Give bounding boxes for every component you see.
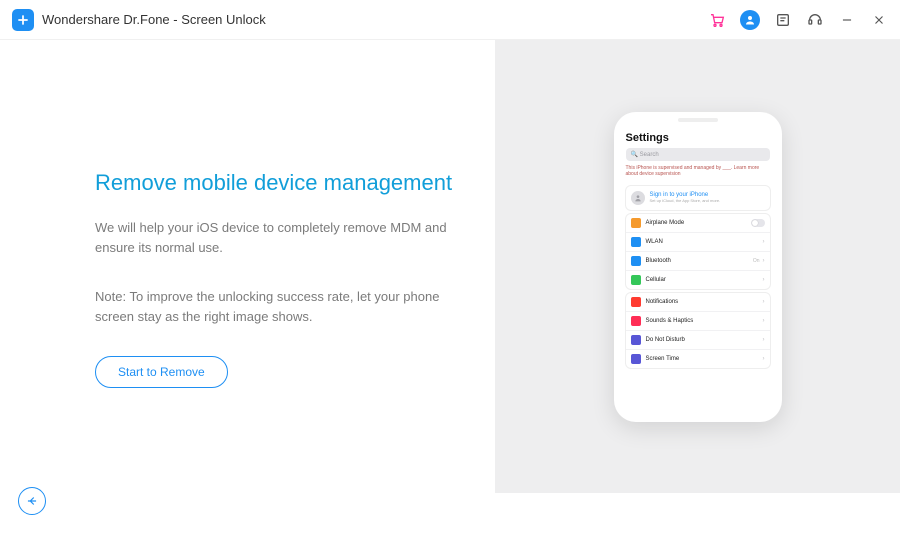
setting-row-icon bbox=[631, 237, 641, 247]
phone-setting-row: Sounds & Haptics › bbox=[626, 311, 770, 330]
chevron-right-icon: › bbox=[763, 258, 765, 264]
setting-row-label: WLAN bbox=[646, 239, 663, 245]
user-icon[interactable] bbox=[740, 10, 760, 30]
phone-settings-group-2: Notifications›Sounds & Haptics›Do Not Di… bbox=[626, 293, 770, 368]
page-heading: Remove mobile device management bbox=[95, 170, 455, 196]
left-pane: Remove mobile device management We will … bbox=[0, 40, 495, 493]
setting-row-label: Screen Time bbox=[646, 356, 680, 362]
phone-setting-row: Airplane Mode bbox=[626, 214, 770, 232]
setting-row-label: Cellular bbox=[646, 277, 666, 283]
setting-row-label: Do Not Disturb bbox=[646, 337, 685, 343]
setting-row-label: Sounds & Haptics bbox=[646, 318, 694, 324]
setting-row-icon bbox=[631, 256, 641, 266]
chevron-right-icon: › bbox=[763, 239, 765, 245]
phone-setting-row: Bluetooth On› bbox=[626, 251, 770, 270]
note-text: Note: To improve the unlocking success r… bbox=[95, 287, 455, 326]
close-icon[interactable] bbox=[870, 11, 888, 29]
phone-setting-row: Notifications › bbox=[626, 293, 770, 311]
phone-setting-row: Do Not Disturb › bbox=[626, 330, 770, 349]
phone-signin-sub: Set up iCloud, the App Store, and more. bbox=[650, 198, 721, 203]
chevron-right-icon: › bbox=[763, 299, 765, 305]
setting-row-icon bbox=[631, 354, 641, 364]
setting-row-value: On bbox=[753, 258, 760, 264]
phone-supervision-banner: This iPhone is supervised and managed by… bbox=[622, 165, 774, 182]
setting-row-icon bbox=[631, 297, 641, 307]
phone-setting-row: WLAN › bbox=[626, 232, 770, 251]
titlebar: Wondershare Dr.Fone - Screen Unlock bbox=[0, 0, 900, 40]
chevron-right-icon: › bbox=[763, 356, 765, 362]
feedback-icon[interactable] bbox=[774, 11, 792, 29]
phone-notch bbox=[678, 118, 718, 122]
phone-settings-title: Settings bbox=[622, 130, 774, 148]
toggle-icon bbox=[751, 219, 765, 227]
start-remove-button[interactable]: Start to Remove bbox=[95, 356, 228, 388]
setting-row-icon bbox=[631, 316, 641, 326]
phone-search: 🔍 Search bbox=[626, 148, 770, 161]
chevron-right-icon: › bbox=[763, 318, 765, 324]
chevron-right-icon: › bbox=[763, 277, 765, 283]
right-pane: Settings 🔍 Search This iPhone is supervi… bbox=[495, 40, 900, 493]
phone-search-placeholder: Search bbox=[640, 152, 659, 158]
setting-row-label: Airplane Mode bbox=[646, 220, 685, 226]
cart-icon[interactable] bbox=[708, 11, 726, 29]
description-text: We will help your iOS device to complete… bbox=[95, 218, 455, 257]
chevron-right-icon: › bbox=[763, 337, 765, 343]
app-logo bbox=[12, 9, 34, 31]
setting-row-icon bbox=[631, 275, 641, 285]
setting-row-icon bbox=[631, 218, 641, 228]
app-title: Wondershare Dr.Fone - Screen Unlock bbox=[42, 12, 266, 27]
phone-mockup: Settings 🔍 Search This iPhone is supervi… bbox=[614, 112, 782, 422]
phone-setting-row: Screen Time › bbox=[626, 349, 770, 368]
setting-row-label: Notifications bbox=[646, 299, 679, 305]
avatar-icon bbox=[631, 191, 645, 205]
minimize-icon[interactable] bbox=[838, 11, 856, 29]
phone-settings-group-1: Airplane ModeWLAN›BluetoothOn›Cellular› bbox=[626, 214, 770, 289]
support-icon[interactable] bbox=[806, 11, 824, 29]
back-button[interactable] bbox=[18, 487, 46, 515]
phone-signin-card: Sign in to your iPhone Set up iCloud, th… bbox=[626, 186, 770, 210]
setting-row-icon bbox=[631, 335, 641, 345]
setting-row-label: Bluetooth bbox=[646, 258, 671, 264]
phone-setting-row: Cellular › bbox=[626, 270, 770, 289]
